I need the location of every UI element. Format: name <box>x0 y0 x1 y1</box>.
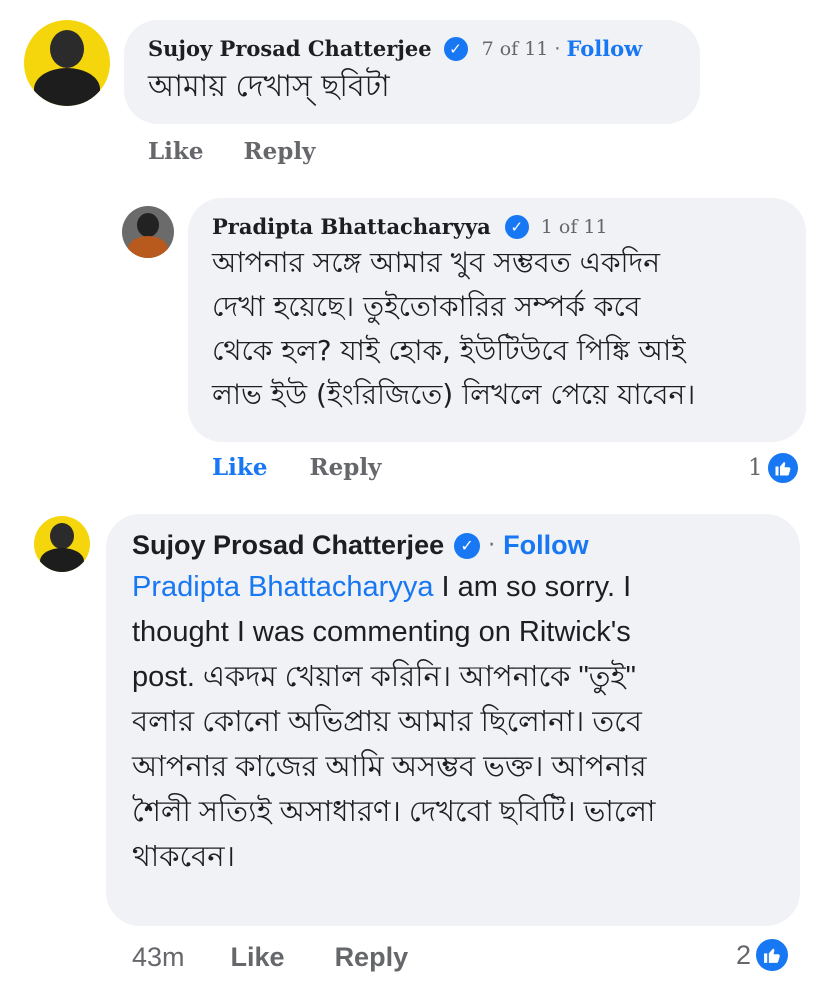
author-name[interactable]: Pradipta Bhattacharyya <box>212 214 491 239</box>
thumbs-up-icon <box>753 936 792 974</box>
verified-check-icon: ✓ <box>504 214 529 239</box>
reply-button[interactable]: Reply <box>243 138 315 165</box>
comment-line: I am so sorry. I <box>433 571 632 603</box>
comment-text: আমায় দেখাস্ ছবিটা <box>148 69 390 104</box>
avatar[interactable] <box>24 20 110 106</box>
comment-line: শৈলী সত্যিই অসাধারণ। দেখবো ছবিটি। ভালো <box>132 796 656 828</box>
comment-bubble: Sujoy Prosad Chatterjee ✓ · Follow Pradi… <box>106 514 800 926</box>
comment-line: থেকে হল? যাই হোক, ইউটিউবে পিঙ্কি আই <box>212 334 686 367</box>
reply-button[interactable]: Reply <box>335 942 409 973</box>
reaction-count: 2 <box>736 939 752 970</box>
comment-actions: Like Reply <box>212 454 381 481</box>
comment-actions: 43m Like Reply <box>132 942 408 973</box>
separator: · <box>554 37 561 60</box>
comment-line: থাকবেন। <box>132 841 235 873</box>
comment-line: আপনার কাজের আমি অসম্ভব ভক্ত। আপনার <box>132 751 647 783</box>
comment-actions: Like Reply <box>148 138 315 165</box>
comment-line: আপনার সঙ্গে আমার খুব সম্ভবত একদিন <box>212 246 660 279</box>
comment-line: thought I was commenting on Ritwick's <box>132 616 631 648</box>
follow-button[interactable]: Follow <box>503 530 588 561</box>
comment-badge: 7 of 11 <box>481 37 549 60</box>
comment-line: বলার কোনো অভিপ্রায় আমার ছিলোনা। তবে <box>132 706 642 738</box>
reaction-summary[interactable]: 1 <box>748 450 801 486</box>
comment-line: দেখা হয়েছে। তুইতোকারির সম্পর্ক কবে <box>212 290 641 323</box>
verified-check-icon: ✓ <box>443 36 468 61</box>
like-button[interactable]: Like <box>212 454 267 481</box>
separator: · <box>488 533 496 558</box>
comment-line: লাভ ইউ (ইংরিজিতে) লিখলে পেয়ে যাবেন। <box>212 378 696 411</box>
timestamp[interactable]: 43m <box>132 942 185 973</box>
comment-text: আপনার সঙ্গে আমার খুব সম্ভবত একদিন দেখা হ… <box>212 241 782 417</box>
like-button[interactable]: Like <box>148 138 203 165</box>
comment-badge: 1 of 11 <box>540 215 608 238</box>
comment-bubble: Pradipta Bhattacharyya ✓ 1 of 11 আপনার স… <box>188 198 806 442</box>
reaction-count: 1 <box>748 455 763 481</box>
follow-button[interactable]: Follow <box>566 36 642 61</box>
reply-button[interactable]: Reply <box>309 454 381 481</box>
verified-check-icon: ✓ <box>454 532 481 559</box>
author-name[interactable]: Sujoy Prosad Chatterjee <box>132 530 444 561</box>
comment-text: Pradipta Bhattacharyya I am so sorry. I … <box>132 565 774 880</box>
comment-line: post. একদম খেয়াল করিনি। আপনাকে "তুই" <box>132 661 636 693</box>
comment-bubble: Sujoy Prosad Chatterjee ✓ 7 of 11 · Foll… <box>124 20 700 124</box>
mention-link[interactable]: Pradipta Bhattacharyya <box>132 571 433 603</box>
thumbs-up-icon <box>764 450 801 486</box>
reaction-summary[interactable]: 2 <box>736 936 792 974</box>
like-button[interactable]: Like <box>231 942 285 973</box>
avatar[interactable] <box>122 206 174 258</box>
avatar[interactable] <box>34 516 90 572</box>
author-name[interactable]: Sujoy Prosad Chatterjee <box>148 36 432 61</box>
